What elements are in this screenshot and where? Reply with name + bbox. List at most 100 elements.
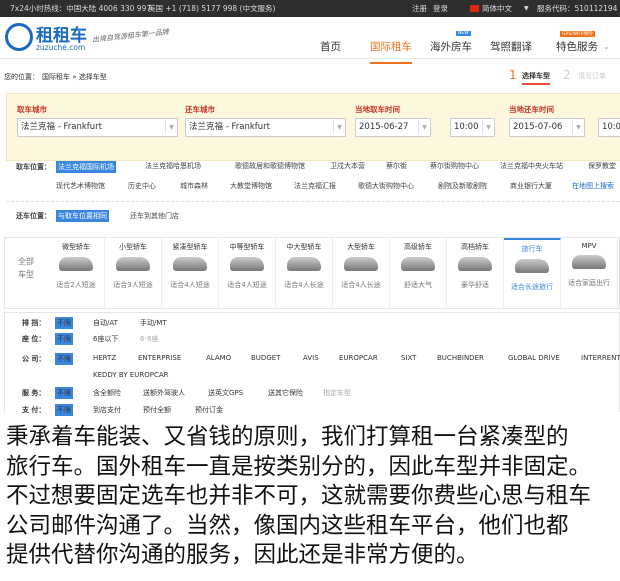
car-image [572, 255, 606, 269]
pickup-location-option[interactable]: 保罗教堂 [588, 161, 616, 171]
car-type-1[interactable]: 小型轿车 适合3人短途 [105, 238, 162, 308]
car-type-name: 高级轿车 [404, 243, 432, 251]
pickup-location-option[interactable]: 歌德大街购物中心 [358, 181, 414, 191]
car-type-desc: 适合长途旅行 [511, 283, 553, 291]
article-line: 秉承着车能装、又省钱的原则，我们打算租一台紧凑型的 [6, 424, 569, 450]
pickup-location-option[interactable]: 法兰克福汇报 [294, 181, 336, 191]
register-link[interactable]: 注册 [412, 0, 427, 17]
filter-any-payment[interactable]: 不限 [55, 404, 73, 416]
chevron-down-icon[interactable]: ▼ [524, 0, 529, 17]
pickup-location-option[interactable]: 蔡尔街购物中心 [430, 161, 479, 171]
pickup-location-option[interactable]: 商业银行大厦 [510, 181, 552, 191]
pickup-location-option[interactable]: 蔡尔街 [386, 161, 407, 171]
car-type-0[interactable]: 微型轿车 适合2人短途 [48, 238, 105, 308]
filter-option-service[interactable]: 送英文GPS [208, 388, 243, 398]
filter-label-seats: 座 位： [22, 335, 46, 343]
pickup-time-value: 10:00 [454, 122, 479, 132]
pickup-location-option[interactable]: 城市森林 [180, 181, 208, 191]
car-type-desc: 适合家庭出行 [568, 279, 610, 287]
breadcrumb[interactable]: 国际租车 » 选择车型 [42, 72, 107, 82]
language-select[interactable]: 简体中文 [482, 0, 512, 17]
filter-option-seats[interactable]: 6座以下 [93, 334, 118, 344]
pickup-location-option[interactable]: 歌德故居和歌德博物馆 [235, 161, 305, 171]
car-type-desc: 适合4人长途 [341, 281, 381, 289]
all-car-types[interactable]: 全部车型 [18, 255, 38, 281]
car-type-3[interactable]: 中等型轿车 适合4人短途 [219, 238, 276, 308]
filter-option-company[interactable]: EUROPCAR [339, 354, 378, 362]
nav-home[interactable]: 首页 [320, 39, 341, 54]
filter-option-service[interactable]: 送其它保险 [268, 388, 303, 398]
filter-option-service[interactable]: 送额外驾驶人 [143, 388, 185, 398]
nav-rv[interactable]: 海外房车 [430, 39, 472, 54]
return-other-store[interactable]: 还车到其他门店 [130, 211, 179, 221]
car-type-5[interactable]: 大型轿车 适合4人长途 [333, 238, 390, 308]
pickup-location-option[interactable]: 卫戍大本营 [330, 161, 365, 171]
nav-special-services[interactable]: 特色服务 [556, 39, 598, 54]
filter-option-seats[interactable]: 6-8座 [140, 334, 158, 344]
car-type-4[interactable]: 中大型轿车 适合4人长途 [276, 238, 333, 308]
car-type-6[interactable]: 高级轿车 舒适大气 [390, 238, 447, 308]
pickup-city-select[interactable]: 法兰克福 - Frankfurt ▼ [17, 118, 178, 137]
filter-option-payment[interactable]: 预付全额 [143, 405, 171, 415]
car-type-9[interactable]: MPV 适合家庭出行 [561, 238, 618, 308]
filter-option-company[interactable]: ENTERPRISE [138, 354, 181, 362]
pickup-time-select[interactable]: 10:00 ▼ [450, 118, 495, 137]
pickup-time-label: 当地取车时间 [355, 105, 400, 114]
filter-option-company[interactable]: INTERRENT [581, 354, 620, 362]
car-image [515, 259, 549, 273]
car-image [458, 257, 492, 271]
return-location-label: 还车位置： [16, 212, 51, 220]
pickup-location-option[interactable]: 现代艺术博物馆 [56, 181, 105, 191]
logo-icon[interactable] [5, 23, 33, 51]
chevron-down-icon: ▼ [572, 121, 584, 134]
map-search-link[interactable]: 在地图上搜索 [572, 181, 614, 191]
pickup-location-option[interactable]: 历史中心 [128, 181, 156, 191]
hotline: 7x24小时热线：中国大陆 4006 330 997 [10, 4, 152, 13]
filter-option-service[interactable]: 指定车型 [323, 388, 351, 398]
filter-label-payment: 支 付： [22, 406, 46, 414]
login-link[interactable]: 登录 [433, 0, 448, 17]
car-type-7[interactable]: 高档轿车 豪华舒适 [447, 238, 504, 308]
pickup-location-option[interactable]: 法兰克福哈恩机场 [145, 161, 201, 171]
filter-any-service[interactable]: 不限 [55, 387, 73, 399]
nav-license-translation[interactable]: 驾照翻译 [490, 39, 532, 54]
filter-label-company: 公 司： [22, 355, 46, 363]
chevron-down-icon[interactable]: ⌄ [603, 42, 610, 51]
car-type-8[interactable]: 旅行车 适合长途旅行 [504, 238, 561, 308]
car-type-2[interactable]: 紧凑型轿车 适合4人短途 [162, 238, 219, 308]
filter-option-payment[interactable]: 到店支付 [93, 405, 121, 415]
filter-option-transmission[interactable]: 手动/MT [140, 318, 167, 328]
filter-any-seats[interactable]: 不限 [55, 333, 73, 345]
chevron-down-icon: ▼ [333, 121, 345, 134]
pickup-city-label: 取车城市 [17, 105, 47, 114]
return-date-select[interactable]: 2015-07-06 ▼ [509, 118, 585, 137]
filter-any-company[interactable]: 不限 [55, 353, 73, 365]
return-same-location[interactable]: 与取车位置相同 [56, 210, 109, 222]
pickup-location-option[interactable]: 法兰克福中央火车站 [500, 161, 563, 171]
nav-international-rental[interactable]: 国际租车 [370, 39, 412, 64]
return-city-select[interactable]: 法兰克福 - Frankfurt ▼ [185, 118, 346, 137]
car-type-name: 旅行车 [521, 245, 543, 253]
return-time-value: 10:00 [602, 122, 620, 132]
pickup-location-option[interactable]: 大教堂博物馆 [230, 181, 272, 191]
pickup-date-select[interactable]: 2015-06-27 ▼ [355, 118, 431, 137]
filter-option-company[interactable]: KEDDY BY EUROPCAR [93, 371, 169, 379]
filter-option-company[interactable]: HERTZ [93, 354, 116, 362]
return-time-select[interactable]: 10:00 [598, 118, 620, 137]
filter-option-company[interactable]: AVIS [303, 354, 319, 362]
filter-option-company[interactable]: BUCHBINDER [437, 354, 484, 362]
filter-option-payment[interactable]: 预付订金 [195, 405, 223, 415]
filter-option-company[interactable]: ALAMO [206, 354, 231, 362]
filter-option-company[interactable]: BUDGET [251, 354, 280, 362]
car-image [59, 257, 93, 271]
return-date-value: 2015-07-06 [513, 122, 563, 132]
pickup-location-option[interactable]: 剧院及新歌剧院 [438, 181, 487, 191]
car-type-name: 小型轿车 [119, 243, 147, 251]
pickup-location-option[interactable]: 法兰克福国际机场 [56, 161, 116, 173]
filter-any-transmission[interactable]: 不限 [55, 317, 73, 329]
filter-option-company[interactable]: SIXT [401, 354, 416, 362]
filter-option-transmission[interactable]: 自动/AT [93, 318, 118, 328]
car-type-desc: 适合2人短途 [56, 281, 96, 289]
filter-option-service[interactable]: 含全额险 [93, 388, 121, 398]
filter-option-company[interactable]: GLOBAL DRIVE [508, 354, 560, 362]
